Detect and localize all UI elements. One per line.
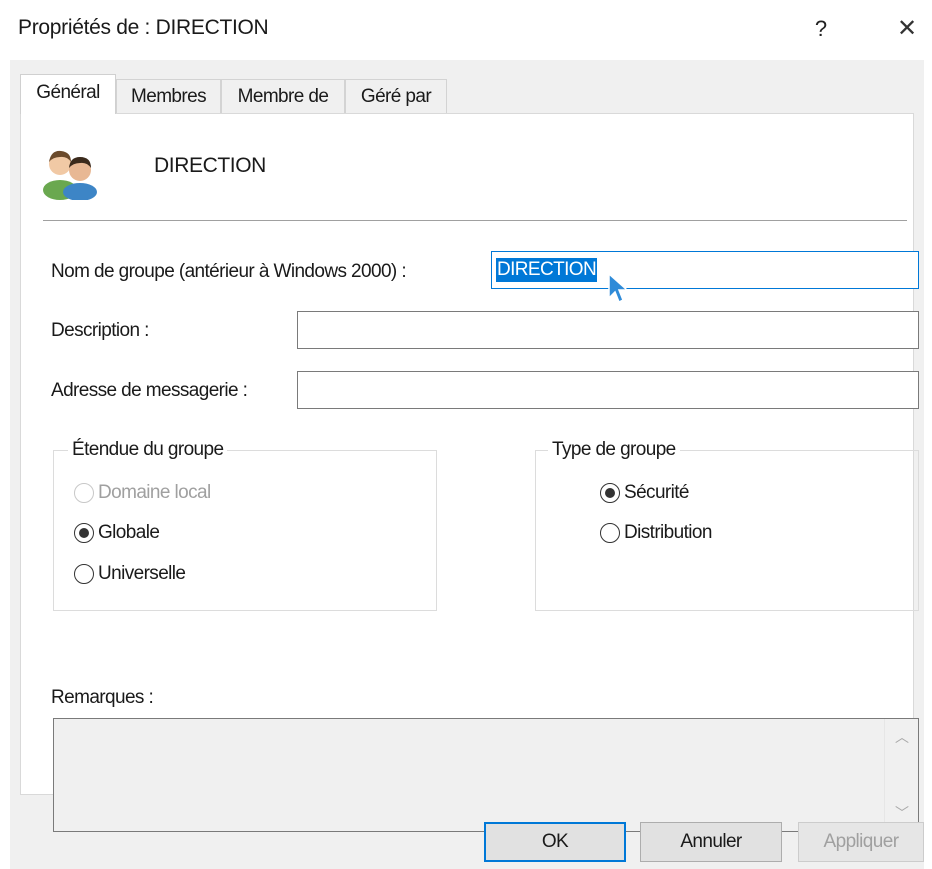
- mouse-cursor-icon: [608, 272, 629, 304]
- type-distribution-radio[interactable]: [600, 523, 620, 543]
- tab-member-of[interactable]: Membre de: [221, 79, 345, 113]
- title-bar: Propriétés de : DIRECTION ? ✕: [0, 0, 932, 60]
- tab-members[interactable]: Membres: [116, 79, 221, 113]
- scope-global-radio[interactable]: [74, 523, 94, 543]
- email-field[interactable]: [297, 371, 919, 409]
- scope-universal-radio[interactable]: [74, 564, 94, 584]
- apply-button[interactable]: Appliquer: [798, 822, 924, 862]
- group-name-field[interactable]: DIRECTION: [491, 251, 919, 304]
- group-name-label: Nom de groupe (antérieur à Windows 2000)…: [51, 261, 407, 282]
- dialog-body: Général Membres Membre de Géré par DIREC…: [10, 60, 924, 869]
- separator: [43, 220, 907, 222]
- scope-universal-label[interactable]: Universelle: [98, 562, 186, 586]
- cancel-button[interactable]: Annuler: [640, 822, 782, 862]
- group-type-box: Type de groupe Sécurité Distribution: [535, 439, 919, 611]
- remarks-textarea[interactable]: ︿ ﹀: [53, 718, 919, 832]
- general-tab-panel: DIRECTION Nom de groupe (antérieur à Win…: [20, 113, 919, 832]
- tab-general[interactable]: Général: [20, 74, 116, 114]
- scope-global-label[interactable]: Globale: [98, 521, 160, 545]
- scope-domain-local-label: Domaine local: [98, 482, 211, 503]
- group-name-heading: DIRECTION: [154, 154, 266, 177]
- tab-managed-by[interactable]: Géré par: [345, 79, 447, 113]
- scroll-up-icon[interactable]: ︿: [885, 727, 919, 747]
- type-security-radio[interactable]: [600, 483, 620, 503]
- group-users-icon: [43, 150, 97, 200]
- type-distribution-label[interactable]: Distribution: [624, 521, 712, 545]
- description-label: Description :: [51, 320, 149, 341]
- description-field[interactable]: [297, 311, 919, 349]
- help-button[interactable]: ?: [804, 10, 838, 48]
- type-security-label[interactable]: Sécurité: [624, 481, 690, 505]
- scope-domain-local-radio: [74, 483, 94, 503]
- scroll-down-icon[interactable]: ﹀: [885, 803, 919, 823]
- close-button[interactable]: ✕: [888, 10, 926, 48]
- group-scope-legend: Étendue du groupe: [68, 439, 228, 461]
- remarks-scrollbar[interactable]: ︿ ﹀: [884, 719, 918, 831]
- window-title: Propriétés de : DIRECTION: [18, 16, 269, 39]
- email-label: Adresse de messagerie :: [51, 380, 248, 401]
- group-scope-box: Étendue du groupe Domaine local Globale …: [53, 439, 437, 611]
- group-type-legend: Type de groupe: [548, 439, 680, 461]
- selected-text: DIRECTION: [496, 258, 598, 282]
- remarks-label: Remarques :: [51, 687, 154, 708]
- ok-button[interactable]: OK: [484, 822, 626, 862]
